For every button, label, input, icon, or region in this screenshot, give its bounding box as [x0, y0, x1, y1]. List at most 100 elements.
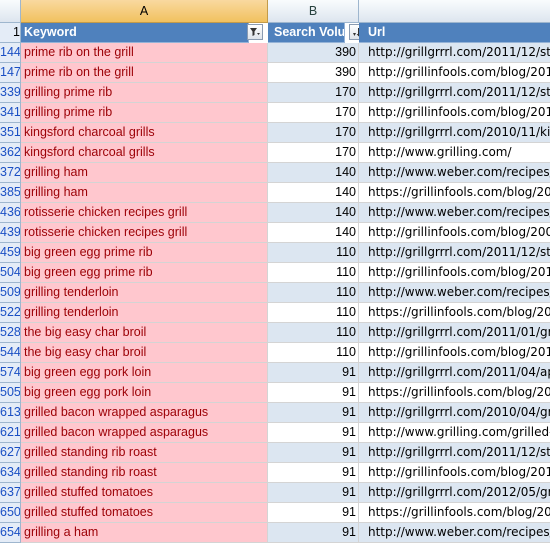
keyword-cell[interactable]: the big easy char broil: [21, 323, 268, 343]
row-header[interactable]: 351: [0, 123, 21, 143]
url-cell[interactable]: http://grillgrrrl.com/2011/12/sta: [359, 243, 550, 263]
row-header[interactable]: 544: [0, 343, 21, 363]
keyword-cell[interactable]: grilling tenderloin: [21, 283, 268, 303]
row-header[interactable]: 528: [0, 323, 21, 343]
keyword-cell[interactable]: big green egg pork loin: [21, 363, 268, 383]
url-cell[interactable]: http://grillinfools.com/blog/2010: [359, 463, 550, 483]
keyword-cell[interactable]: grilled bacon wrapped asparagus: [21, 403, 268, 423]
url-cell[interactable]: http://grillinfools.com/blog/2010: [359, 263, 550, 283]
search-volume-cell[interactable]: 140: [268, 203, 359, 223]
select-all-corner[interactable]: [0, 0, 21, 23]
search-volume-cell[interactable]: 140: [268, 163, 359, 183]
search-volume-cell[interactable]: 140: [268, 223, 359, 243]
keyword-cell[interactable]: grilling ham: [21, 163, 268, 183]
keyword-cell[interactable]: big green egg prime rib: [21, 263, 268, 283]
row-header[interactable]: 504: [0, 263, 21, 283]
url-cell[interactable]: http://grillgrrrl.com/2011/12/sta: [359, 83, 550, 103]
row-header[interactable]: 341: [0, 103, 21, 123]
keyword-cell[interactable]: big green egg pork loin: [21, 383, 268, 403]
keyword-cell[interactable]: rotisserie chicken recipes grill: [21, 203, 268, 223]
row-header[interactable]: 339: [0, 83, 21, 103]
url-cell[interactable]: http://www.weber.com/recipes/p: [359, 163, 550, 183]
keyword-cell[interactable]: grilled stuffed tomatoes: [21, 503, 268, 523]
url-cell[interactable]: http://grillgrrrl.com/2012/05/gri: [359, 483, 550, 503]
keyword-cell[interactable]: grilling tenderloin: [21, 303, 268, 323]
search-volume-cell[interactable]: 110: [268, 283, 359, 303]
search-volume-cell[interactable]: 110: [268, 243, 359, 263]
search-volume-cell[interactable]: 110: [268, 343, 359, 363]
row-header[interactable]: 362: [0, 143, 21, 163]
search-volume-cell[interactable]: 91: [268, 523, 359, 543]
row-header[interactable]: 439: [0, 223, 21, 243]
search-volume-cell[interactable]: 91: [268, 423, 359, 443]
search-volume-cell[interactable]: 91: [268, 483, 359, 503]
url-cell[interactable]: http://grillinfools.com/blog/2010: [359, 63, 550, 83]
keyword-cell[interactable]: grilling a ham: [21, 523, 268, 543]
column-header-a[interactable]: A: [21, 0, 268, 23]
url-cell[interactable]: http://grillgrrrl.com/2010/04/gri: [359, 403, 550, 423]
keyword-cell[interactable]: grilled standing rib roast: [21, 443, 268, 463]
url-cell[interactable]: http://grillgrrrl.com/2011/04/apr: [359, 363, 550, 383]
keyword-cell[interactable]: prime rib on the grill: [21, 63, 268, 83]
row-header[interactable]: 654: [0, 523, 21, 543]
keyword-cell[interactable]: grilling prime rib: [21, 83, 268, 103]
search-volume-cell[interactable]: 170: [268, 83, 359, 103]
column-header-c[interactable]: [359, 0, 550, 23]
row-header[interactable]: 509: [0, 283, 21, 303]
search-volume-cell[interactable]: 140: [268, 183, 359, 203]
search-volume-cell[interactable]: 91: [268, 363, 359, 383]
search-volume-cell[interactable]: 110: [268, 323, 359, 343]
url-cell[interactable]: http://grillgrrrl.com/2011/01/gri: [359, 323, 550, 343]
search-volume-cell[interactable]: 390: [268, 43, 359, 63]
search-volume-cell[interactable]: 91: [268, 463, 359, 483]
keyword-cell[interactable]: grilling prime rib: [21, 103, 268, 123]
keyword-cell[interactable]: the big easy char broil: [21, 343, 268, 363]
row-header[interactable]: 436: [0, 203, 21, 223]
keyword-filter-button[interactable]: [247, 24, 263, 40]
url-cell[interactable]: https://grillinfools.com/blog/201: [359, 503, 550, 523]
keyword-cell[interactable]: big green egg prime rib: [21, 243, 268, 263]
url-cell[interactable]: http://www.weber.com/recipes/p: [359, 203, 550, 223]
search-volume-cell[interactable]: 91: [268, 503, 359, 523]
url-header[interactable]: Url: [359, 23, 550, 43]
keyword-cell[interactable]: kingsford charcoal grills: [21, 143, 268, 163]
row-header[interactable]: 627: [0, 443, 21, 463]
url-cell[interactable]: https://grillinfools.com/blog/2011: [359, 383, 550, 403]
search-volume-cell[interactable]: 110: [268, 303, 359, 323]
keyword-cell[interactable]: grilled standing rib roast: [21, 463, 268, 483]
url-cell[interactable]: http://grillinfools.com/blog/2010: [359, 103, 550, 123]
search-volume-cell[interactable]: 170: [268, 143, 359, 163]
row-header[interactable]: 613: [0, 403, 21, 423]
url-cell[interactable]: https://grillinfools.com/blog/201: [359, 183, 550, 203]
search-volume-cell[interactable]: 91: [268, 443, 359, 463]
row-header[interactable]: 144: [0, 43, 21, 63]
search-volume-cell[interactable]: 91: [268, 403, 359, 423]
search-volume-cell[interactable]: 170: [268, 103, 359, 123]
url-cell[interactable]: http://www.grilling.com/: [359, 143, 550, 163]
row-header[interactable]: 385: [0, 183, 21, 203]
keyword-cell[interactable]: rotisserie chicken recipes grill: [21, 223, 268, 243]
url-cell[interactable]: http://grillinfools.com/blog/2009: [359, 223, 550, 243]
row-header[interactable]: 634: [0, 463, 21, 483]
row-header[interactable]: 621: [0, 423, 21, 443]
row-header[interactable]: 505: [0, 383, 21, 403]
url-cell[interactable]: http://grillgrrrl.com/2011/12/sta: [359, 43, 550, 63]
keyword-cell[interactable]: prime rib on the grill: [21, 43, 268, 63]
url-cell[interactable]: http://www.weber.com/recipes/p: [359, 523, 550, 543]
row-header[interactable]: 1: [0, 23, 21, 43]
row-header[interactable]: 637: [0, 483, 21, 503]
row-header[interactable]: 574: [0, 363, 21, 383]
keyword-cell[interactable]: grilled stuffed tomatoes: [21, 483, 268, 503]
column-header-b[interactable]: B: [268, 0, 359, 23]
search-volume-cell[interactable]: 170: [268, 123, 359, 143]
row-header[interactable]: 372: [0, 163, 21, 183]
keyword-header[interactable]: Keyword: [21, 23, 249, 43]
keyword-cell[interactable]: grilling ham: [21, 183, 268, 203]
row-header[interactable]: 147: [0, 63, 21, 83]
url-cell[interactable]: https://grillinfools.com/blog/201: [359, 303, 550, 323]
search-volume-cell[interactable]: 110: [268, 263, 359, 283]
url-cell[interactable]: http://grillgrrrl.com/2010/11/kin: [359, 123, 550, 143]
search-volume-header[interactable]: Search Volum: [268, 23, 345, 43]
search-volume-cell[interactable]: 390: [268, 63, 359, 83]
row-header[interactable]: 650: [0, 503, 21, 523]
